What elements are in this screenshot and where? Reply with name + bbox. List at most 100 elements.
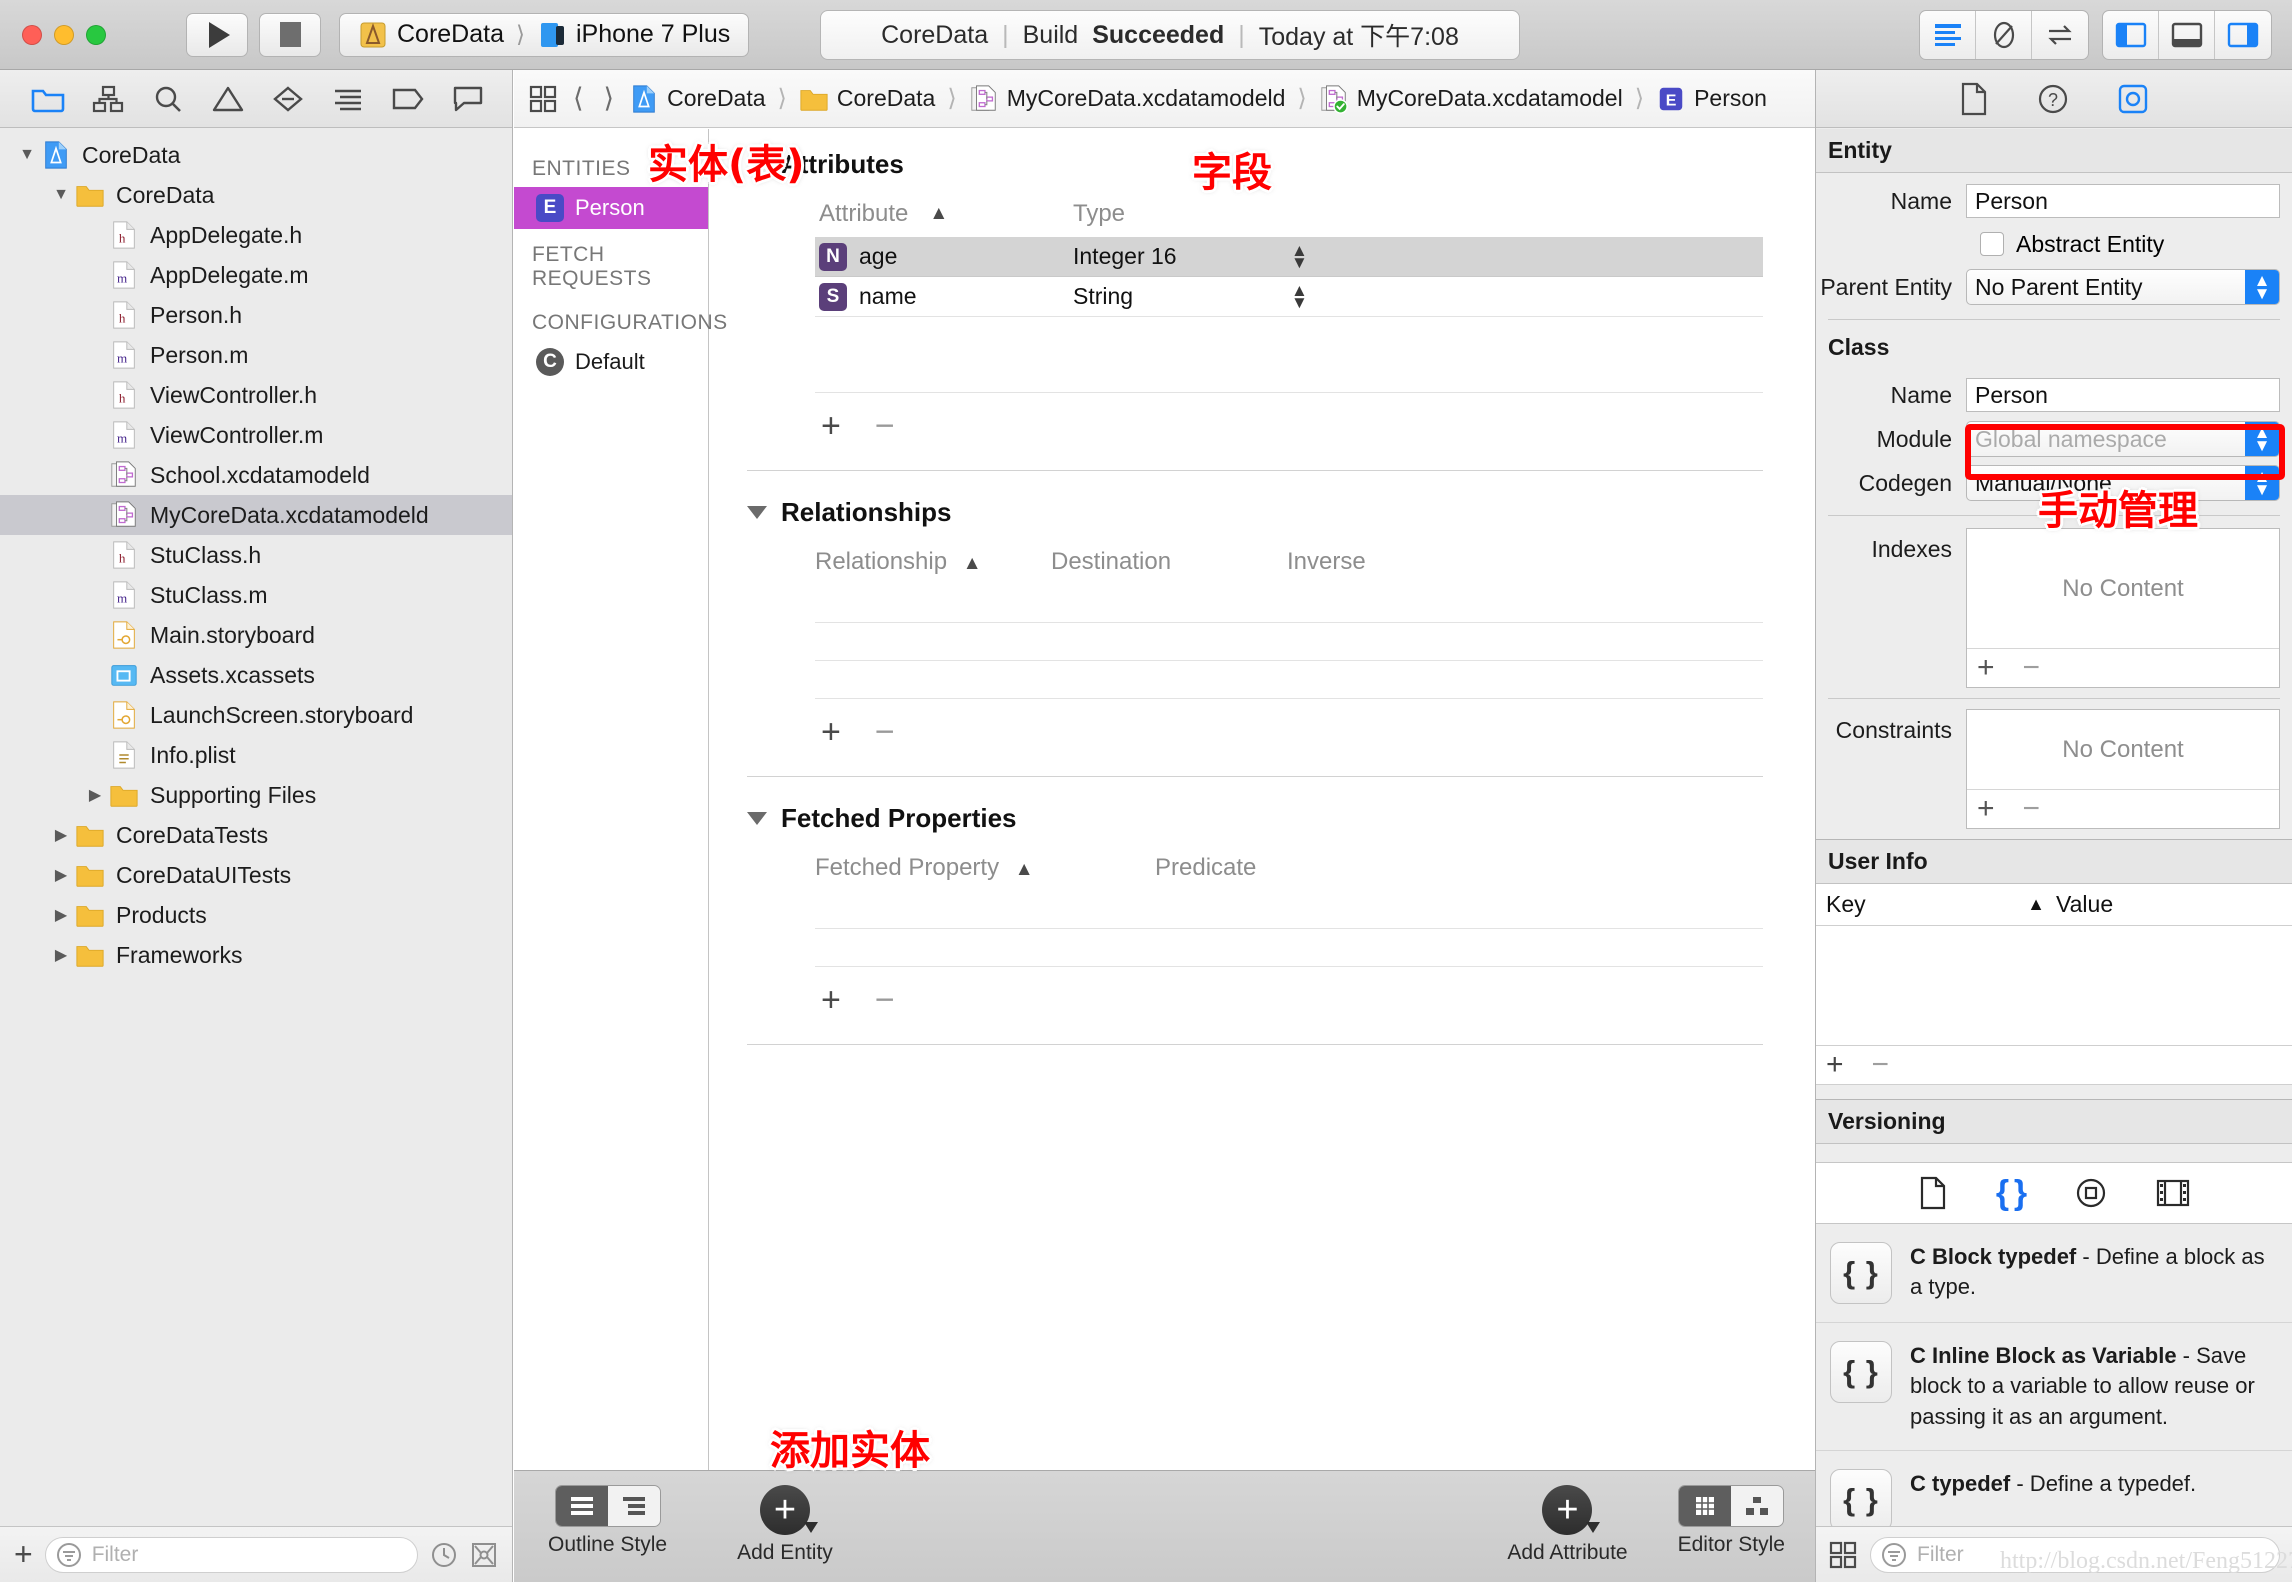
disclosure-closed-icon[interactable]: ▶: [48, 865, 74, 885]
tree-item-launchscreen-storyboard[interactable]: ▶LaunchScreen.storyboard: [0, 695, 512, 735]
add-entity-button[interactable]: +: [759, 1485, 818, 1535]
disclosure-open-icon[interactable]: ▼: [48, 186, 74, 204]
assistant-editor-icon[interactable]: [1976, 11, 2032, 59]
add-index-button[interactable]: +: [1977, 651, 1995, 685]
identity-inspector-icon[interactable]: [2117, 83, 2149, 115]
test-navigator-icon[interactable]: [258, 85, 318, 113]
add-constraint-button[interactable]: +: [1977, 792, 1995, 826]
column-type[interactable]: Type: [1073, 200, 1291, 228]
breadcrumb-item-4[interactable]: E Person: [1656, 84, 1767, 114]
tree-item-products[interactable]: ▶ Products: [0, 895, 512, 935]
remove-fetched-property-button[interactable]: −: [875, 981, 895, 1020]
add-attribute-button[interactable]: +: [1542, 1485, 1601, 1535]
parent-entity-select[interactable]: No Parent Entity ▲ ▼: [1966, 269, 2280, 305]
back-chevron-icon[interactable]: ⟨: [568, 83, 589, 114]
column-fetched-property[interactable]: Fetched Property ▲: [815, 854, 1155, 882]
column-attribute[interactable]: Attribute ▲: [815, 200, 1073, 228]
user-info-key-column[interactable]: Key: [1816, 891, 2016, 918]
standard-editor-icon[interactable]: [1920, 11, 1976, 59]
navigator-filter-field[interactable]: Filter: [44, 1536, 418, 1573]
file-template-icon[interactable]: [1918, 1176, 1948, 1210]
source-control-navigator-icon[interactable]: [78, 85, 138, 113]
inspector-content[interactable]: Entity Name Person Abstract Entity Paren…: [1816, 129, 2292, 1526]
editor-mode-segment[interactable]: [1919, 10, 2089, 60]
add-entity-control[interactable]: + Add Entity: [737, 1485, 833, 1565]
scheme-selector[interactable]: CoreData ⟩ iPhone 7 Plus: [339, 12, 750, 57]
add-attribute-button[interactable]: +: [821, 407, 841, 446]
tree-item-school-xcdatamodeld[interactable]: ▶School.xcdatamodeld: [0, 455, 512, 495]
breadcrumb-item-3[interactable]: MyCoreData.xcdatamodel: [1319, 84, 1623, 114]
table-row[interactable]: S name String ▲ ▼: [815, 277, 1763, 317]
tree-item-coredatatests[interactable]: ▶ CoreDataTests: [0, 815, 512, 855]
snippet-library-list[interactable]: { } C Block typedef - Define a block as a…: [1816, 1224, 2292, 1526]
remove-relationship-button[interactable]: −: [875, 713, 895, 752]
remove-user-info-button[interactable]: −: [1872, 1048, 1890, 1082]
tree-item-person-h[interactable]: ▶hPerson.h: [0, 295, 512, 335]
minimize-button[interactable]: [54, 24, 74, 45]
debug-navigator-icon[interactable]: [318, 86, 378, 112]
user-info-value-column[interactable]: Value: [2056, 891, 2113, 918]
quick-help-icon[interactable]: ?: [2037, 83, 2069, 115]
tree-item-coredata[interactable]: ▼ CoreData: [0, 175, 512, 215]
breadcrumb-item-1[interactable]: CoreData: [799, 84, 935, 114]
utilities-toggle-icon[interactable]: [2215, 11, 2271, 59]
outline-style-control[interactable]: Outline Style: [548, 1485, 667, 1557]
version-editor-icon[interactable]: [2032, 11, 2088, 59]
run-button[interactable]: [186, 12, 248, 57]
object-icon[interactable]: [2074, 1176, 2108, 1210]
tree-item-appdelegate-h[interactable]: ▶hAppDelegate.h: [0, 215, 512, 255]
disclosure-closed-icon[interactable]: ▶: [48, 945, 74, 965]
tree-item-coredatauitests[interactable]: ▶ CoreDataUITests: [0, 855, 512, 895]
forward-chevron-icon[interactable]: ⟩: [599, 83, 620, 114]
code-snippet-icon[interactable]: { }: [1996, 1174, 2027, 1213]
disclosure-open-icon[interactable]: ▼: [14, 146, 40, 164]
remove-attribute-button[interactable]: −: [875, 407, 895, 446]
library-filter-field[interactable]: Filter: [1870, 1536, 2280, 1573]
add-fetched-property-button[interactable]: +: [821, 981, 841, 1020]
report-navigator-icon[interactable]: [438, 85, 498, 113]
column-relationship[interactable]: Relationship ▲: [815, 548, 1051, 576]
breadcrumb-item-0[interactable]: CoreData: [629, 84, 766, 114]
constraints-listbox[interactable]: No Content + −: [1966, 709, 2280, 829]
user-info-table-body[interactable]: [1816, 926, 2292, 1046]
clock-icon[interactable]: [430, 1541, 458, 1569]
media-icon[interactable]: [2156, 1178, 2190, 1208]
outline-style-list-icon[interactable]: [555, 1486, 608, 1526]
breakpoint-navigator-icon[interactable]: [378, 87, 438, 111]
close-button[interactable]: [22, 24, 42, 45]
disclosure-closed-icon[interactable]: ▶: [48, 905, 74, 925]
fetched-properties-section-header[interactable]: Fetched Properties: [747, 803, 1815, 834]
stop-button[interactable]: [259, 12, 321, 57]
relationships-section-header[interactable]: Relationships: [747, 497, 1815, 528]
search-navigator-icon[interactable]: [138, 84, 198, 114]
column-destination[interactable]: Destination: [1051, 548, 1287, 576]
zoom-button[interactable]: [86, 24, 106, 45]
panel-toggle-segment[interactable]: [2102, 10, 2272, 60]
indexes-listbox[interactable]: No Content + −: [1966, 528, 2280, 688]
editor-style-graph-icon[interactable]: [1731, 1486, 1784, 1526]
table-row[interactable]: N age Integer 16 ▲ ▼: [815, 237, 1763, 277]
tree-item-supporting-files[interactable]: ▶ Supporting Files: [0, 775, 512, 815]
outline-style-hierarchy-icon[interactable]: [607, 1486, 660, 1526]
add-user-info-button[interactable]: +: [1826, 1048, 1844, 1082]
disclosure-triangle-icon[interactable]: [747, 158, 767, 171]
tree-item-coredata[interactable]: ▼ CoreData: [0, 135, 512, 175]
outline-style-segment[interactable]: [554, 1485, 661, 1527]
codegen-select[interactable]: Manual/None ▲ ▼: [1966, 465, 2280, 501]
project-navigator-icon[interactable]: [18, 85, 78, 113]
editor-style-table-icon[interactable]: [1679, 1486, 1732, 1526]
abstract-entity-checkbox[interactable]: [1980, 232, 2004, 256]
attribute-name-cell[interactable]: S name: [815, 282, 1073, 311]
list-item[interactable]: { } C typedef - Define a typedef.: [1816, 1451, 2292, 1526]
issue-navigator-icon[interactable]: [198, 85, 258, 113]
disclosure-closed-icon[interactable]: ▶: [82, 785, 108, 805]
remove-index-button[interactable]: −: [2023, 651, 2041, 685]
tree-item-mycoredata-xcdatamodeld[interactable]: ▶MyCoreData.xcdatamodeld: [0, 495, 512, 535]
editor-style-segment[interactable]: [1678, 1485, 1785, 1527]
type-stepper-icon[interactable]: ▲ ▼: [1291, 242, 1308, 271]
tree-item-stuclass-m[interactable]: ▶mStuClass.m: [0, 575, 512, 615]
module-select[interactable]: Global namespace ▲ ▼: [1966, 421, 2280, 457]
attribute-name-cell[interactable]: N age: [815, 242, 1073, 271]
tree-item-assets-xcassets[interactable]: ▶Assets.xcassets: [0, 655, 512, 695]
breadcrumb-item-2[interactable]: MyCoreData.xcdatamodeld: [969, 84, 1285, 114]
